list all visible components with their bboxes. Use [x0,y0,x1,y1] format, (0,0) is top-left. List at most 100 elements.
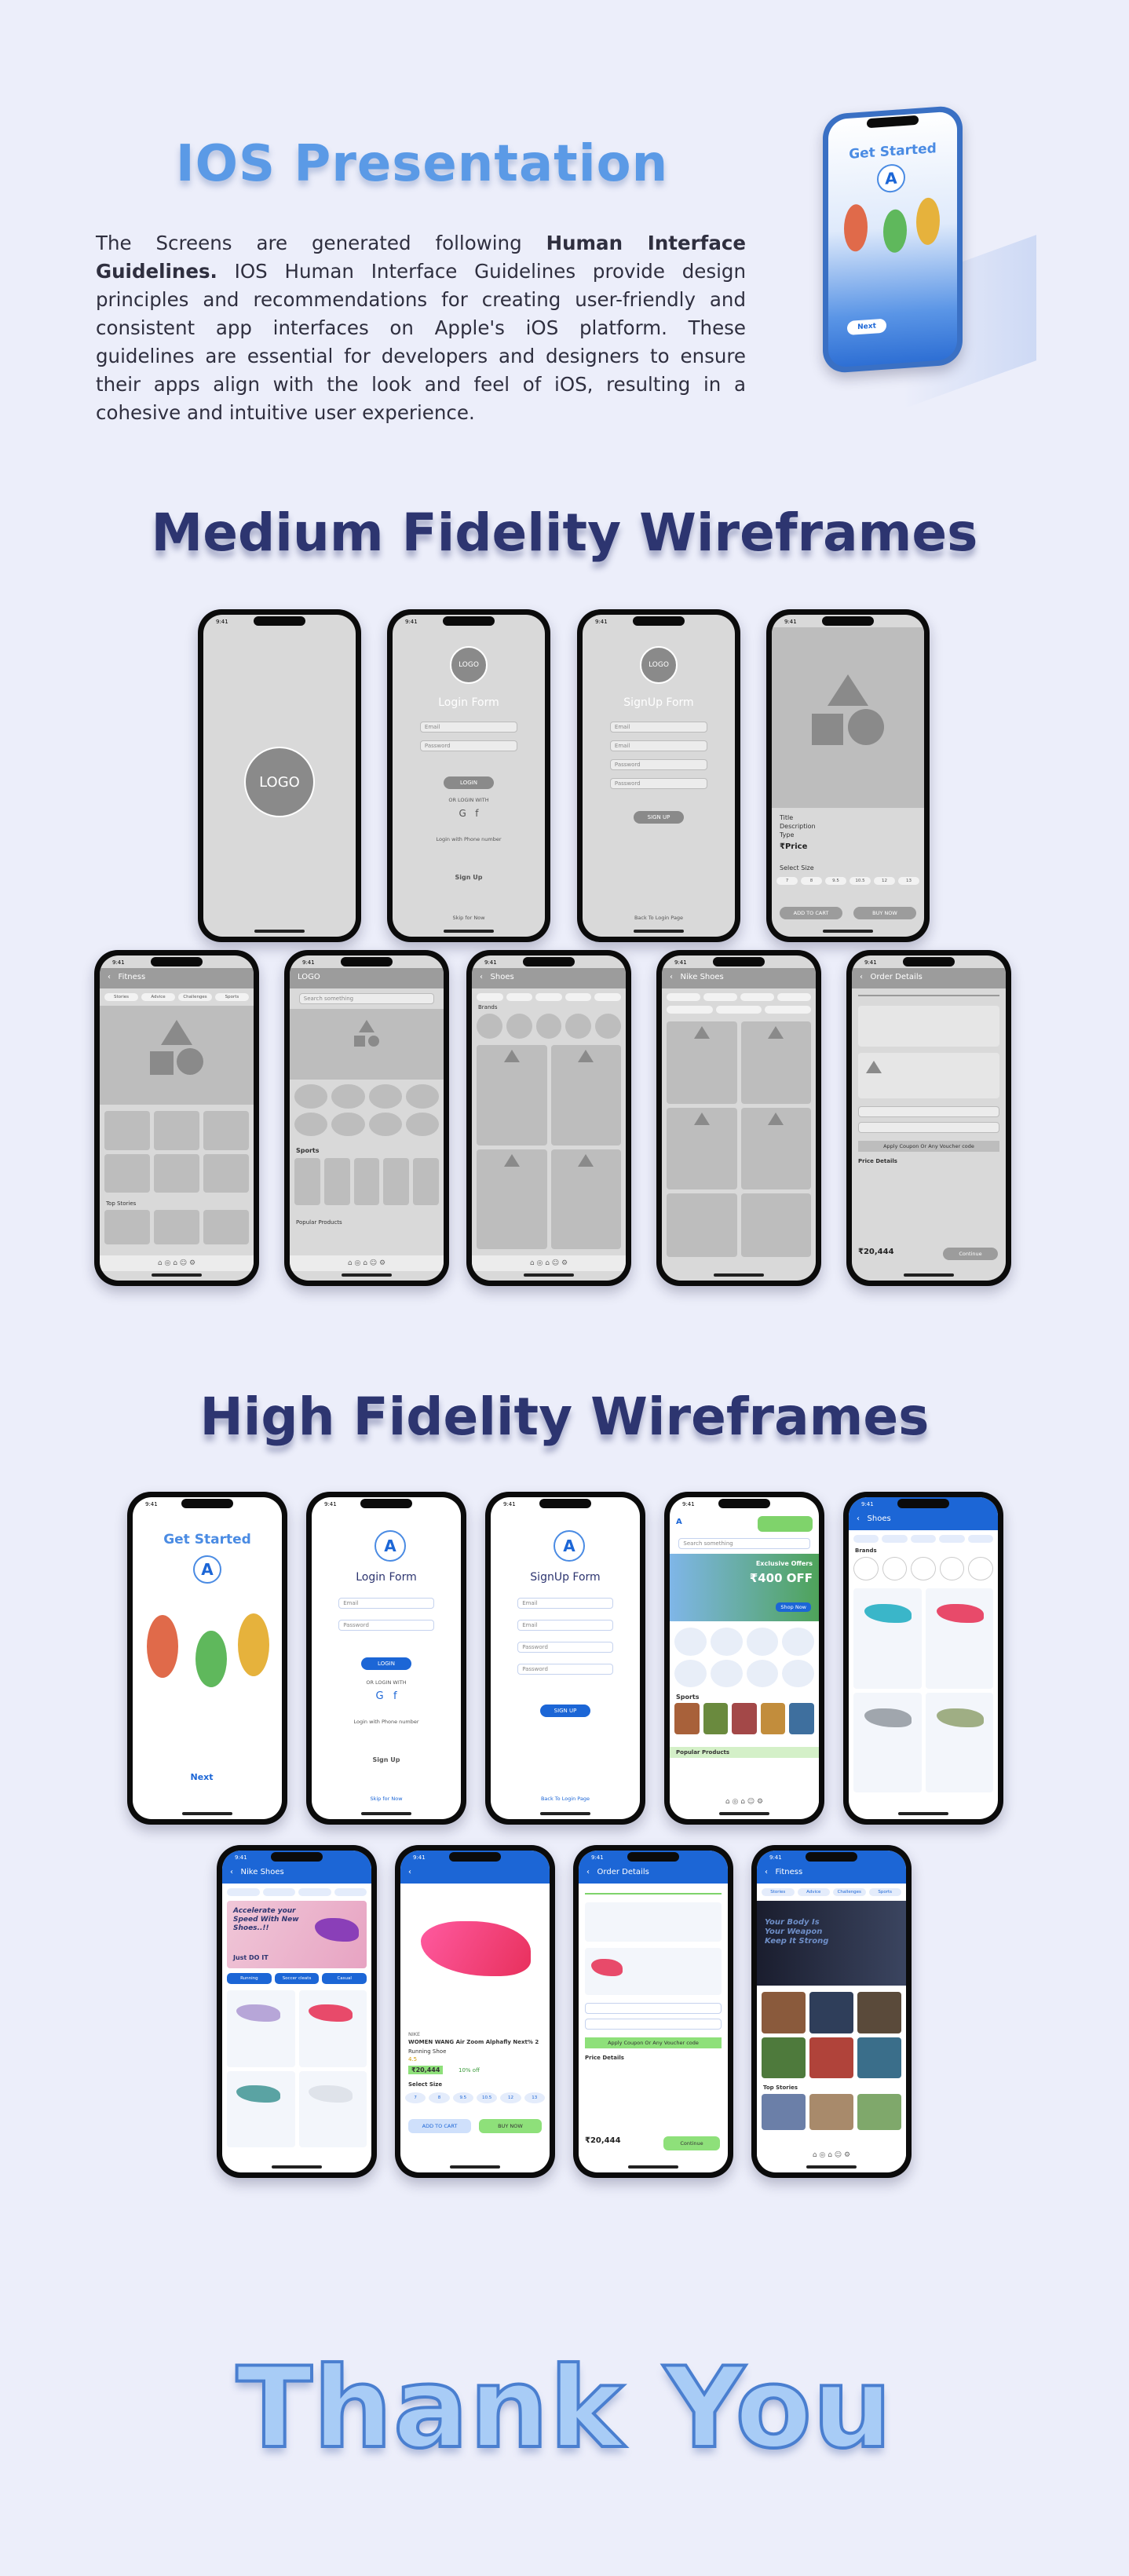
email-field[interactable]: Email [609,740,708,751]
skip-link[interactable]: Skip for Now [393,915,545,921]
promo-banner[interactable]: Accelerate your Speed With New Shoes..!!… [227,1901,367,1968]
login-button[interactable]: LOGIN [444,776,494,789]
search-input[interactable]: Search something [298,993,435,1004]
header: ‹ Nike Shoes [662,968,816,988]
category-grid[interactable] [762,1992,901,2078]
product-grid[interactable] [477,1045,621,1249]
add-to-cart-button[interactable]: ADD TO CART [408,2119,471,2133]
stories-row[interactable] [762,2094,901,2130]
delivery-time-select[interactable] [858,1122,999,1133]
password-field[interactable]: Password [609,759,708,770]
sports-grid[interactable] [294,1158,439,1205]
offer-banner[interactable]: Exclusive Offers ₹400 OFF Shop Now [670,1554,819,1621]
sign-up-link[interactable]: Sign Up [312,1756,461,1763]
tab-bar[interactable]: ⌂ ◎ ⌂ ☺ ⚙ [472,1255,626,1271]
tab-bar[interactable]: ⌂ ◎ ⌂ ☺ ⚙ [670,1794,819,1810]
stories-row[interactable] [104,1210,249,1244]
email-field[interactable]: Email [609,722,708,733]
app-logo: A [877,163,905,194]
password-field[interactable]: Password [517,1642,613,1653]
filter-chips[interactable] [667,993,811,1001]
brand-row[interactable] [853,1557,993,1580]
home-indicator [342,1273,392,1277]
home-indicator [524,1273,574,1277]
header-actions[interactable] [758,1516,813,1532]
mf-product-phone: 9:41 Title Description Type ₹Price Selec… [766,609,930,942]
product-title: Title [780,814,794,821]
buy-now-button[interactable]: BUY NOW [479,2119,542,2133]
athlete-figure [147,1615,178,1678]
continue-button[interactable]: Continue [663,2136,720,2150]
category-chips[interactable] [667,1006,812,1014]
fitness-tabs[interactable]: Stories Advice Challenges Sports [104,993,249,1001]
password-field[interactable]: Password [609,778,708,789]
sports-grid[interactable] [674,1703,814,1734]
phone-login-link[interactable]: Login with Phone number [312,1719,461,1725]
shop-now-button[interactable]: Shop Now [776,1602,811,1612]
notch [822,616,874,626]
email-field[interactable]: Email [517,1620,613,1631]
tab-bar[interactable]: ⌂ ◎ ⌂ ☺ ⚙ [757,2147,906,2163]
password-field[interactable]: Password [419,740,518,751]
athlete-figure [238,1613,269,1676]
product-price: ₹Price [780,842,808,851]
password-field[interactable]: Password [517,1664,613,1675]
size-chips[interactable]: 7 8 9.5 10.5 12 13 [405,2092,545,2103]
mf-splash-screen: 9:41 LOGO [203,615,356,937]
hf-product-screen: 9:41 ‹ NIKE WOMEN WANG Air Zoom Alphafly… [400,1851,550,2172]
skip-link[interactable]: Skip for Now [312,1796,461,1802]
category-grid[interactable] [674,1628,814,1687]
signup-button[interactable]: SIGN UP [540,1705,590,1717]
next-button[interactable]: Next [847,318,886,336]
search-input[interactable]: Search something [678,1538,810,1549]
tab-bar[interactable]: ⌂ ◎ ⌂ ☺ ⚙ [100,1255,254,1271]
notch [443,616,495,626]
filter-chips[interactable] [853,1535,994,1543]
notch [523,957,575,966]
sign-up-link[interactable]: Sign Up [393,874,545,881]
password-field[interactable]: Password [338,1620,434,1631]
email-field[interactable]: Email [517,1598,613,1609]
delivery-date-select[interactable] [858,1106,999,1117]
filter-chips[interactable] [227,1888,367,1896]
email-field[interactable]: Email [419,722,518,733]
notch [539,1499,591,1508]
email-field[interactable]: Email [338,1598,434,1609]
back-login-link[interactable]: Back To Login Page [491,1796,640,1802]
social-icons[interactable]: G f [312,1690,461,1702]
mf-shoes-screen: 9:41 ‹ Shoes Brands ⌂ ◎ ⌂ ☺ ⚙ [472,955,626,1281]
product-grid[interactable] [227,1990,367,2147]
filter-chips[interactable] [477,993,621,1001]
coupon-bar[interactable]: Apply Coupon Or Any Voucher code [585,2037,722,2048]
notch [897,1499,949,1508]
category-chips[interactable]: Running Soccer cleats Casual [227,1973,367,1984]
mf-home-screen: 9:41 LOGO Search something Sports Popula… [290,955,444,1281]
back-login-link[interactable]: Back To Login Page [583,915,735,921]
delivery-time-select[interactable] [585,2019,722,2030]
brand-row[interactable] [477,1014,621,1039]
product-grid[interactable] [853,1588,993,1792]
brand-label: NIKE [408,2031,421,2037]
tab-bar[interactable]: ⌂ ◎ ⌂ ☺ ⚙ [290,1255,444,1271]
signup-button[interactable]: SIGN UP [634,811,684,824]
delivery-date-select[interactable] [585,2003,722,2014]
phone-login-link[interactable]: Login with Phone number [393,836,545,842]
continue-button[interactable]: Continue [943,1248,998,1260]
social-icons[interactable]: G f [393,808,545,819]
category-grid[interactable] [294,1084,439,1136]
buy-now-button[interactable]: BUY NOW [853,907,916,919]
notch [341,957,393,966]
size-chips[interactable]: 7 8 9.5 10.5 12 13 [776,877,919,885]
header: ‹ Fitness [757,1863,906,1884]
fitness-banner[interactable]: Your Body Is Your Weapon Keep It Strong [757,1901,906,1986]
next-button[interactable]: Next [174,1767,230,1786]
add-to-cart-button[interactable]: ADD TO CART [780,907,842,919]
fitness-tabs[interactable]: Stories Advice Challenges Sports [762,1888,901,1896]
home-indicator [823,930,873,933]
login-button[interactable]: LOGIN [361,1657,411,1670]
athlete-figure [916,196,940,246]
product-grid[interactable] [667,1021,811,1257]
header-title: Shoes [867,1515,891,1523]
coupon-bar[interactable]: Apply Coupon Or Any Voucher code [858,1141,999,1152]
category-grid[interactable] [104,1111,249,1193]
